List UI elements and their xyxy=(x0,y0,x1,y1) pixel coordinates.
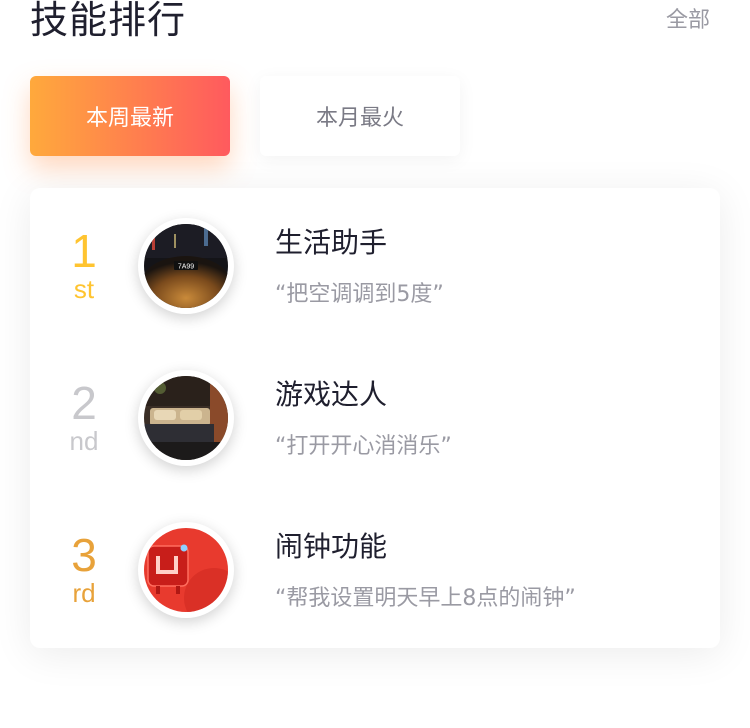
section-title: 技能排行 xyxy=(30,0,187,42)
ranking-item-3[interactable]: 3 rd 闹钟功能 “帮我设置明天早上8点的闹钟” xyxy=(30,522,720,642)
rank-badge: 2 nd xyxy=(44,380,124,454)
ranking-item-1[interactable]: 1 st 7A99 生活助手 “把空调调到5度” xyxy=(30,218,720,338)
skill-thumbnail xyxy=(138,522,234,618)
ranking-list: 1 st 7A99 生活助手 “把空调调到5度” 2 nd 游戏达人 “打开开心… xyxy=(30,188,720,648)
tab-weekly-newest[interactable]: 本周最新 xyxy=(30,76,230,156)
skill-thumbnail: 7A99 xyxy=(138,218,234,314)
rank-suffix: st xyxy=(73,274,95,304)
svg-text:7A99: 7A99 xyxy=(178,264,194,271)
skill-example-phrase: “把空调调到5度” xyxy=(275,282,444,307)
rank-badge: 1 st xyxy=(44,228,124,302)
rank-number: 3 xyxy=(71,529,97,581)
skill-name: 闹钟功能 xyxy=(275,530,388,563)
skill-example-phrase: “帮我设置明天早上8点的闹钟” xyxy=(275,586,576,611)
skill-thumbnail xyxy=(138,370,234,466)
skill-example-phrase: “打开开心消消乐” xyxy=(275,434,452,459)
red-clock-device-image xyxy=(144,528,228,612)
rank-suffix: rd xyxy=(72,578,96,608)
rank-number: 2 xyxy=(71,377,97,429)
tab-monthly-hottest[interactable]: 本月最火 xyxy=(260,76,460,156)
view-all-link[interactable]: 全部 xyxy=(666,2,710,34)
skill-name: 游戏达人 xyxy=(275,378,388,411)
bedroom-image xyxy=(144,376,228,460)
night-car-image: 7A99 xyxy=(144,224,228,308)
rank-number: 1 xyxy=(71,225,97,277)
ranking-item-2[interactable]: 2 nd 游戏达人 “打开开心消消乐” xyxy=(30,370,720,490)
rank-suffix: nd xyxy=(69,426,99,456)
skill-name: 生活助手 xyxy=(275,226,388,259)
section-header: 技能排行 全部 xyxy=(30,0,710,48)
rank-badge: 3 rd xyxy=(44,532,124,606)
